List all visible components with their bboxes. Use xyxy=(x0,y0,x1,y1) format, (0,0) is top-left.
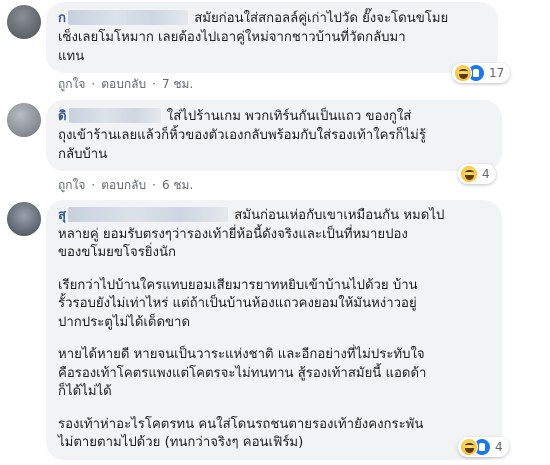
reply-link[interactable]: ตอบกลับ xyxy=(101,77,146,91)
redacted-name xyxy=(68,108,161,123)
comment-text-line: ปากประตูไม่ได้เด็ดขาด xyxy=(58,314,191,330)
comment-text-line: แทน xyxy=(58,49,85,64)
comment-bubble: ดิ ใส่ไปร้านเกม พวกเทิร์นกันเป็นแถว ของก… xyxy=(46,100,502,171)
comment-paragraph: รองเท้าห่าอะไรโคตรทน คนใส่โดนรถชนตายรองเ… xyxy=(58,416,490,453)
comment-text-line: ใส่ไปร้านเกม พวกเทิร์นกันเป็นแถว ของกูใส… xyxy=(166,109,412,124)
timestamp[interactable]: 7 ชม. xyxy=(162,77,193,91)
like-link[interactable]: ถูกใจ xyxy=(58,77,85,91)
comment-text-line: หลายคู่ ยอมรับตรงๆว่ารองเท้ายี่ห้อนี้ดัง… xyxy=(58,226,408,242)
like-link[interactable]: ถูกใจ xyxy=(58,178,85,192)
commenter-name[interactable]: สุ xyxy=(58,208,66,223)
separator: · xyxy=(91,178,96,192)
comment-actions: ถูกใจ · ตอบกลับ · 6 ชม. xyxy=(58,176,193,195)
comment-text-line: สมัยก่อนใส่สกอลล์คู่เก่าไปวัด ยั๊งจะโดนข… xyxy=(194,11,449,26)
commenter-name[interactable]: ก xyxy=(58,11,66,26)
comment-text-line: กลับบ้าน xyxy=(58,147,108,162)
redacted-name xyxy=(68,207,229,222)
comment-text-line: คือรองเท้าโคตรแพงแต่โคตรจะไม่ทนทาน สู้รอ… xyxy=(58,365,427,381)
comment-actions: ถูกใจ · ตอบกลับ · 7 ชม. xyxy=(58,75,193,94)
comment-text-line: ก็ได้ไม่ได้ xyxy=(58,384,112,399)
comment-text-line: ถุงเข้าร้านเลยแล้วก็หิ้วของตัวเองกลับพร้… xyxy=(58,128,426,143)
comment-paragraph: หายได้หายดี หายจนเป็นวาระแห่งชาติ และอีก… xyxy=(58,346,490,402)
comment-text-line: ไม่ตายตามไปด้วย (ทนกว่าจริงๆ คอนเฟิร์ม) xyxy=(58,435,304,450)
reaction-count: 17 xyxy=(489,66,505,80)
comment-bubble: ก สมัยก่อนใส่สกอลล์คู่เก่าไปวัด ยั๊งจะโด… xyxy=(46,2,498,73)
separator: · xyxy=(152,77,156,91)
reaction-count: 4 xyxy=(495,440,503,454)
reply-link[interactable]: ตอบกลับ xyxy=(101,178,146,192)
comment-text-line: หายได้หายดี หายจนเป็นวาระแห่งชาติ และอีก… xyxy=(58,347,425,362)
avatar[interactable] xyxy=(7,5,41,39)
comment-text-line: เซ็งเลยโมโหมาก เลยต้องไปเอาคู่ใหม่จากชาว… xyxy=(58,30,406,45)
avatar[interactable] xyxy=(7,103,41,137)
commenter-name[interactable]: ดิ xyxy=(58,109,67,124)
reaction-summary[interactable]: 4 xyxy=(458,164,496,184)
reaction-count: 4 xyxy=(482,167,490,181)
separator: · xyxy=(91,77,96,91)
haha-icon xyxy=(460,165,478,183)
comment-text-line: สมันก่อนเห่อกับเขาเหมือนกัน หมดไป xyxy=(234,208,445,223)
reaction-summary[interactable]: 4 xyxy=(458,437,509,457)
comment-text-line: เรียกว่าไปบ้านใครแทบยอมเสียมารยาทหยิบเข้… xyxy=(58,277,418,293)
redacted-name xyxy=(68,10,188,25)
reaction-summary[interactable]: 17 xyxy=(452,63,511,83)
avatar[interactable] xyxy=(7,202,41,236)
comment-text-line: รั้วรอบยังไม่เท่าไหร่ แต่ถ้าเป็นบ้านห้อง… xyxy=(58,296,417,311)
comment-text-line: ของขโมยขโจรยิ่งนัก xyxy=(58,245,176,260)
timestamp[interactable]: 6 ชม. xyxy=(162,178,193,192)
separator: · xyxy=(152,178,156,192)
comment-paragraph: เรียกว่าไปบ้านใครแทบยอมเสียมารยาทหยิบเข้… xyxy=(58,277,490,333)
haha-icon xyxy=(454,64,472,82)
comment-text-line: รองเท้าห่าอะไรโคตรทน คนใส่โดนรถชนตายรองเ… xyxy=(58,416,424,432)
comment-paragraph: สุ สมันก่อนเห่อกับเขาเหมือนกัน หมดไป หลา… xyxy=(58,207,490,263)
haha-icon xyxy=(460,438,478,456)
comment-bubble: สุ สมันก่อนเห่อกับเขาเหมือนกัน หมดไป หลา… xyxy=(46,200,502,460)
